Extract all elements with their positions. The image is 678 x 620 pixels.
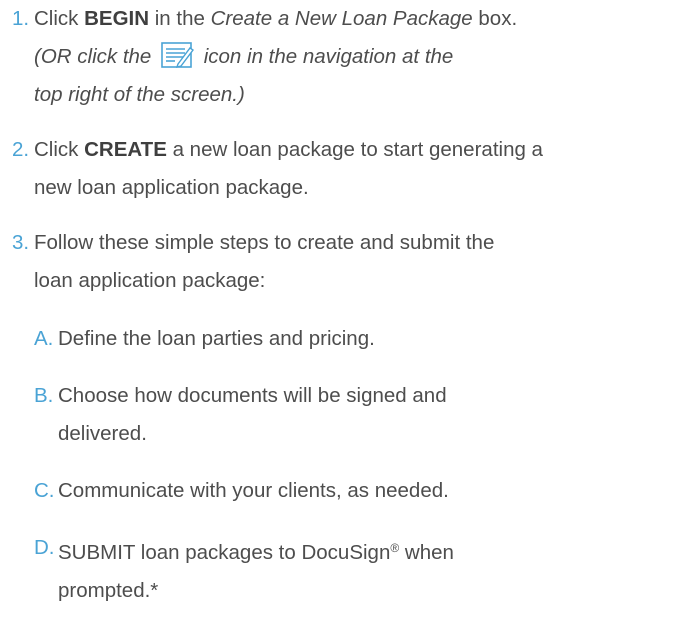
step-text-line2: new loan application package. xyxy=(34,176,309,199)
substep-text: Define the loan parties and pricing. xyxy=(58,327,375,350)
substep-text: SUBMIT loan packages to DocuSign® when p… xyxy=(34,529,654,610)
step-number: 3. xyxy=(12,231,30,254)
substep-d: D. SUBMIT loan packages to DocuSign® whe… xyxy=(34,529,654,610)
substep-letter: A. xyxy=(34,327,54,350)
substep-text: Communicate with your clients, as needed… xyxy=(58,479,449,502)
instructions-document: 1. Click BEGIN in the Create a New Loan … xyxy=(0,0,678,620)
document-edit-icon xyxy=(161,42,195,68)
note-line3: top right of the screen.) xyxy=(34,83,245,106)
step-text: Follow these simple steps to create and … xyxy=(12,224,672,300)
step-number: 2. xyxy=(12,138,30,161)
step-number: 1. xyxy=(12,7,30,30)
substep-letter: C. xyxy=(34,479,55,502)
substep-text: Choose how documents will be signed and … xyxy=(34,377,654,453)
step-text-line1: a new loan package to start generating a xyxy=(166,138,543,161)
registered-mark: ® xyxy=(390,541,400,555)
note-post: icon in the navigation at the xyxy=(198,45,454,68)
create-keyword: CREATE xyxy=(84,138,167,161)
substep-text-line2: prompted.* xyxy=(58,579,159,602)
substep-text-line1: Choose how documents will be signed and xyxy=(58,384,447,407)
substep-c: C. Communicate with your clients, as nee… xyxy=(34,472,654,510)
note-pre: (OR click the xyxy=(34,45,158,68)
begin-keyword: BEGIN xyxy=(84,7,150,30)
step-text-pre: Click xyxy=(34,138,85,161)
step-3: 3. Follow these simple steps to create a… xyxy=(12,224,672,300)
step-text: Click BEGIN in the Create a New Loan Pac… xyxy=(12,0,672,114)
step-1: 1. Click BEGIN in the Create a New Loan … xyxy=(12,0,672,114)
substep-a: A. Define the loan parties and pricing. xyxy=(34,320,654,358)
step-text-line2: loan application package: xyxy=(34,269,266,292)
substep-b: B. Choose how documents will be signed a… xyxy=(34,377,654,453)
step-text-mid: in the xyxy=(149,7,211,30)
box-name: Create a New Loan Package xyxy=(210,7,473,30)
step-2: 2. Click CREATE a new loan package to st… xyxy=(12,131,672,207)
step-text-post: box. xyxy=(472,7,518,30)
substep-letter: B. xyxy=(34,384,54,407)
substep-text-line2: delivered. xyxy=(58,422,147,445)
substep-text-line1-post: when xyxy=(399,541,454,564)
step-text-pre: Click xyxy=(34,7,85,30)
step-text: Click CREATE a new loan package to start… xyxy=(12,131,672,207)
substep-text-line1-pre: SUBMIT loan packages to DocuSign xyxy=(58,541,391,564)
step-text-line1: Follow these simple steps to create and … xyxy=(34,231,495,254)
substep-letter: D. xyxy=(34,536,55,559)
